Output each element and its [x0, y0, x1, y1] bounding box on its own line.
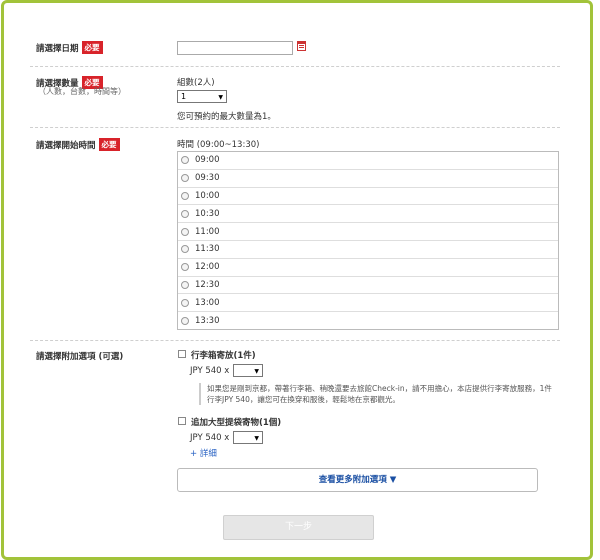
addon-price-bag: JPY 540 x [190, 433, 230, 443]
addon-title-bag: 追加大型提袋寄物(1個) [191, 418, 282, 428]
addon-title-luggage: 行李箱寄放(1件) [191, 351, 256, 361]
time-option[interactable]: 13:30 [178, 312, 558, 330]
divider [30, 340, 560, 341]
addon-checkbox-luggage[interactable] [178, 350, 186, 358]
addon-description-luggage: 如果您是剛到京都，帶著行李箱、稍晚還要去旅館Check-in，請不用擔心，本店提… [199, 383, 552, 405]
radio-button[interactable] [181, 280, 189, 289]
time-option[interactable]: 10:30 [178, 205, 558, 224]
addon-quantity-select-luggage[interactable]: ▼ [233, 364, 263, 377]
radio-button[interactable] [181, 298, 189, 307]
time-options-list: 09:00 09:30 10:00 10:30 11:00 11:30 12:0… [177, 151, 559, 330]
more-addons-button[interactable]: 查看更多附加選項 ▼ [177, 468, 538, 492]
time-range-label: 時間 (09:00~13:30) [177, 140, 260, 150]
divider [30, 66, 560, 67]
time-option[interactable]: 10:00 [178, 188, 558, 206]
time-option[interactable]: 09:30 [178, 170, 558, 188]
radio-button[interactable] [181, 227, 189, 236]
chevron-down-icon: ▼ [254, 435, 259, 442]
calendar-icon[interactable] [297, 41, 306, 51]
date-input[interactable] [177, 41, 293, 55]
quantity-sublabel: （人數，台數，時間等） [38, 87, 126, 96]
radio-button[interactable] [181, 174, 189, 183]
quantity-selected-value: 1 [181, 92, 187, 101]
time-option[interactable]: 13:00 [178, 294, 558, 313]
radio-button[interactable] [181, 191, 189, 200]
time-option[interactable]: 12:30 [178, 277, 558, 295]
time-option[interactable]: 09:00 [178, 152, 558, 170]
radio-button[interactable] [181, 245, 189, 254]
radio-button[interactable] [181, 263, 189, 272]
date-label: 請選擇日期 必要 [36, 41, 103, 54]
addons-label: 請選擇附加選項 (可選) [36, 352, 124, 362]
radio-button[interactable] [181, 156, 189, 165]
addon-quantity-select-bag[interactable]: ▼ [233, 431, 263, 444]
time-option[interactable]: 12:00 [178, 259, 558, 277]
next-button[interactable]: 下一步 [223, 515, 374, 540]
chevron-down-icon: ▼ [254, 368, 259, 375]
quantity-max-note: 您可預約的最大數量為1。 [177, 112, 276, 122]
divider [30, 127, 560, 128]
start-time-label: 請選擇開始時間 必要 [36, 138, 120, 151]
addon-price-luggage: JPY 540 x [190, 366, 230, 376]
quantity-select[interactable]: 1 ▼ [177, 90, 227, 103]
addon-detail-link[interactable]: + 詳細 [190, 447, 217, 459]
addon-checkbox-bag[interactable] [178, 417, 186, 425]
quantity-unit-label: 組數(2人) [177, 78, 215, 88]
required-badge: 必要 [98, 138, 120, 151]
time-option[interactable]: 11:00 [178, 223, 558, 241]
radio-button[interactable] [181, 209, 189, 218]
required-badge: 必要 [81, 41, 103, 54]
radio-button[interactable] [181, 317, 189, 326]
chevron-down-icon: ▼ [218, 94, 223, 101]
time-option[interactable]: 11:30 [178, 241, 558, 259]
